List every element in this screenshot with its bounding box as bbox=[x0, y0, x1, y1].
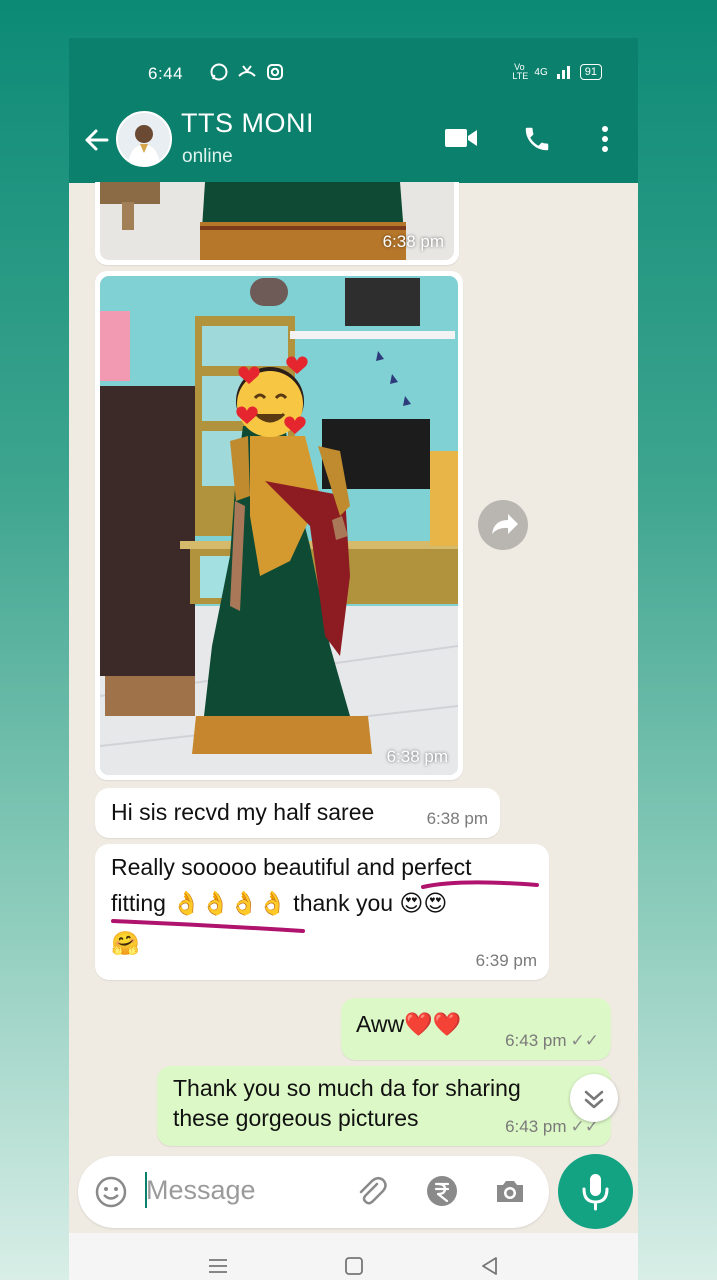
message-3-text: Aww❤️❤️ bbox=[356, 1011, 462, 1037]
contact-status: online bbox=[182, 146, 233, 167]
message-input[interactable]: Message bbox=[146, 1175, 256, 1206]
back-button[interactable] bbox=[81, 125, 111, 155]
image-message-1[interactable]: 6:38 pm bbox=[95, 182, 459, 265]
photo-1: 6:38 pm bbox=[100, 182, 454, 260]
message-3-time: 6:43 pm ✓✓ bbox=[505, 1031, 599, 1051]
whatsapp-screen: 6:44 Vo LTE 4G 91 TTS MONI online 6:38 p… bbox=[69, 38, 638, 1280]
photo-2: 6:38 pm bbox=[100, 276, 458, 775]
incoming-message-2[interactable]: Really sooooo beautiful and perfect fitt… bbox=[95, 844, 549, 980]
chat-header: 6:44 Vo LTE 4G 91 TTS MONI online bbox=[69, 38, 638, 183]
outgoing-message-2[interactable]: Thank you so much da for sharing these g… bbox=[157, 1066, 611, 1146]
message-composer[interactable]: Message bbox=[78, 1156, 549, 1228]
volte-indicator: Vo LTE bbox=[512, 62, 529, 81]
back-arrow-icon bbox=[85, 129, 109, 151]
system-navigation-bar bbox=[69, 1233, 638, 1280]
message-2-line-1: Really sooooo beautiful and perfect bbox=[111, 854, 472, 880]
outgoing-message-1[interactable]: Aww❤️❤️ 6:43 pm ✓✓ bbox=[341, 998, 611, 1060]
double-chevron-down-icon bbox=[584, 1090, 604, 1109]
status-time: 6:44 bbox=[148, 64, 184, 83]
signal-icon bbox=[556, 66, 570, 79]
message-1-text: Hi sis recvd my half saree bbox=[111, 799, 375, 825]
notification-icons bbox=[209, 62, 285, 82]
message-4-line-1: Thank you so much da for sharing bbox=[173, 1075, 521, 1101]
emoji-button[interactable] bbox=[94, 1175, 128, 1214]
recents-button[interactable] bbox=[207, 1255, 229, 1280]
network-label: 4G bbox=[534, 66, 548, 78]
payment-button[interactable] bbox=[425, 1174, 459, 1213]
square-home-icon bbox=[345, 1257, 363, 1275]
video-camera-icon bbox=[445, 129, 477, 147]
triangle-back-icon bbox=[482, 1257, 497, 1275]
image-message-2[interactable]: 6:38 pm bbox=[95, 271, 463, 780]
image-1-time: 6:38 pm bbox=[382, 232, 444, 251]
rupee-icon bbox=[427, 1176, 457, 1206]
microphone-icon bbox=[582, 1174, 609, 1211]
message-2-time: 6:39 pm bbox=[475, 951, 537, 970]
system-back-button[interactable] bbox=[479, 1255, 501, 1280]
avatar-image bbox=[118, 113, 170, 165]
message-4-time-text: 6:43 pm bbox=[505, 1117, 567, 1136]
camera-icon bbox=[497, 1181, 523, 1202]
contact-name[interactable]: TTS MONI bbox=[181, 108, 314, 139]
video-call-button[interactable] bbox=[444, 126, 478, 155]
home-button[interactable] bbox=[343, 1255, 365, 1280]
menu-lines-icon bbox=[209, 1259, 227, 1273]
paperclip-icon bbox=[359, 1177, 387, 1205]
whatsapp-notification-icon bbox=[210, 63, 228, 81]
missed-call-icon bbox=[238, 65, 256, 77]
overflow-menu-button[interactable] bbox=[597, 124, 613, 159]
voice-call-button[interactable] bbox=[522, 124, 552, 159]
emoji-smiley-icon bbox=[95, 1176, 127, 1208]
read-ticks-icon: ✓✓ bbox=[570, 1031, 600, 1050]
forward-button[interactable] bbox=[478, 500, 528, 550]
message-1-time: 6:38 pm bbox=[426, 809, 488, 828]
message-2-line-3: 🤗 bbox=[111, 930, 140, 956]
photo-2-image bbox=[100, 276, 458, 775]
message-3-time-text: 6:43 pm bbox=[505, 1031, 567, 1050]
contact-avatar[interactable] bbox=[116, 111, 172, 167]
message-4-line-2: these gorgeous pictures bbox=[173, 1105, 419, 1131]
voice-message-button[interactable] bbox=[558, 1154, 633, 1229]
forward-arrow-icon bbox=[492, 514, 518, 534]
message-2-line-2: fitting 👌👌👌👌 thank you 😍😍 bbox=[111, 890, 448, 916]
camera-button[interactable] bbox=[493, 1174, 527, 1213]
scroll-to-bottom-button[interactable] bbox=[570, 1074, 618, 1122]
image-2-time: 6:38 pm bbox=[386, 747, 448, 766]
battery-level: 91 bbox=[579, 64, 602, 80]
incoming-message-1[interactable]: Hi sis recvd my half saree 6:38 pm bbox=[95, 788, 500, 838]
attach-button[interactable] bbox=[354, 1174, 388, 1213]
more-vertical-icon bbox=[602, 126, 608, 152]
phone-icon bbox=[525, 127, 549, 151]
status-right: Vo LTE 4G 91 bbox=[512, 63, 602, 81]
instagram-icon bbox=[267, 64, 283, 80]
